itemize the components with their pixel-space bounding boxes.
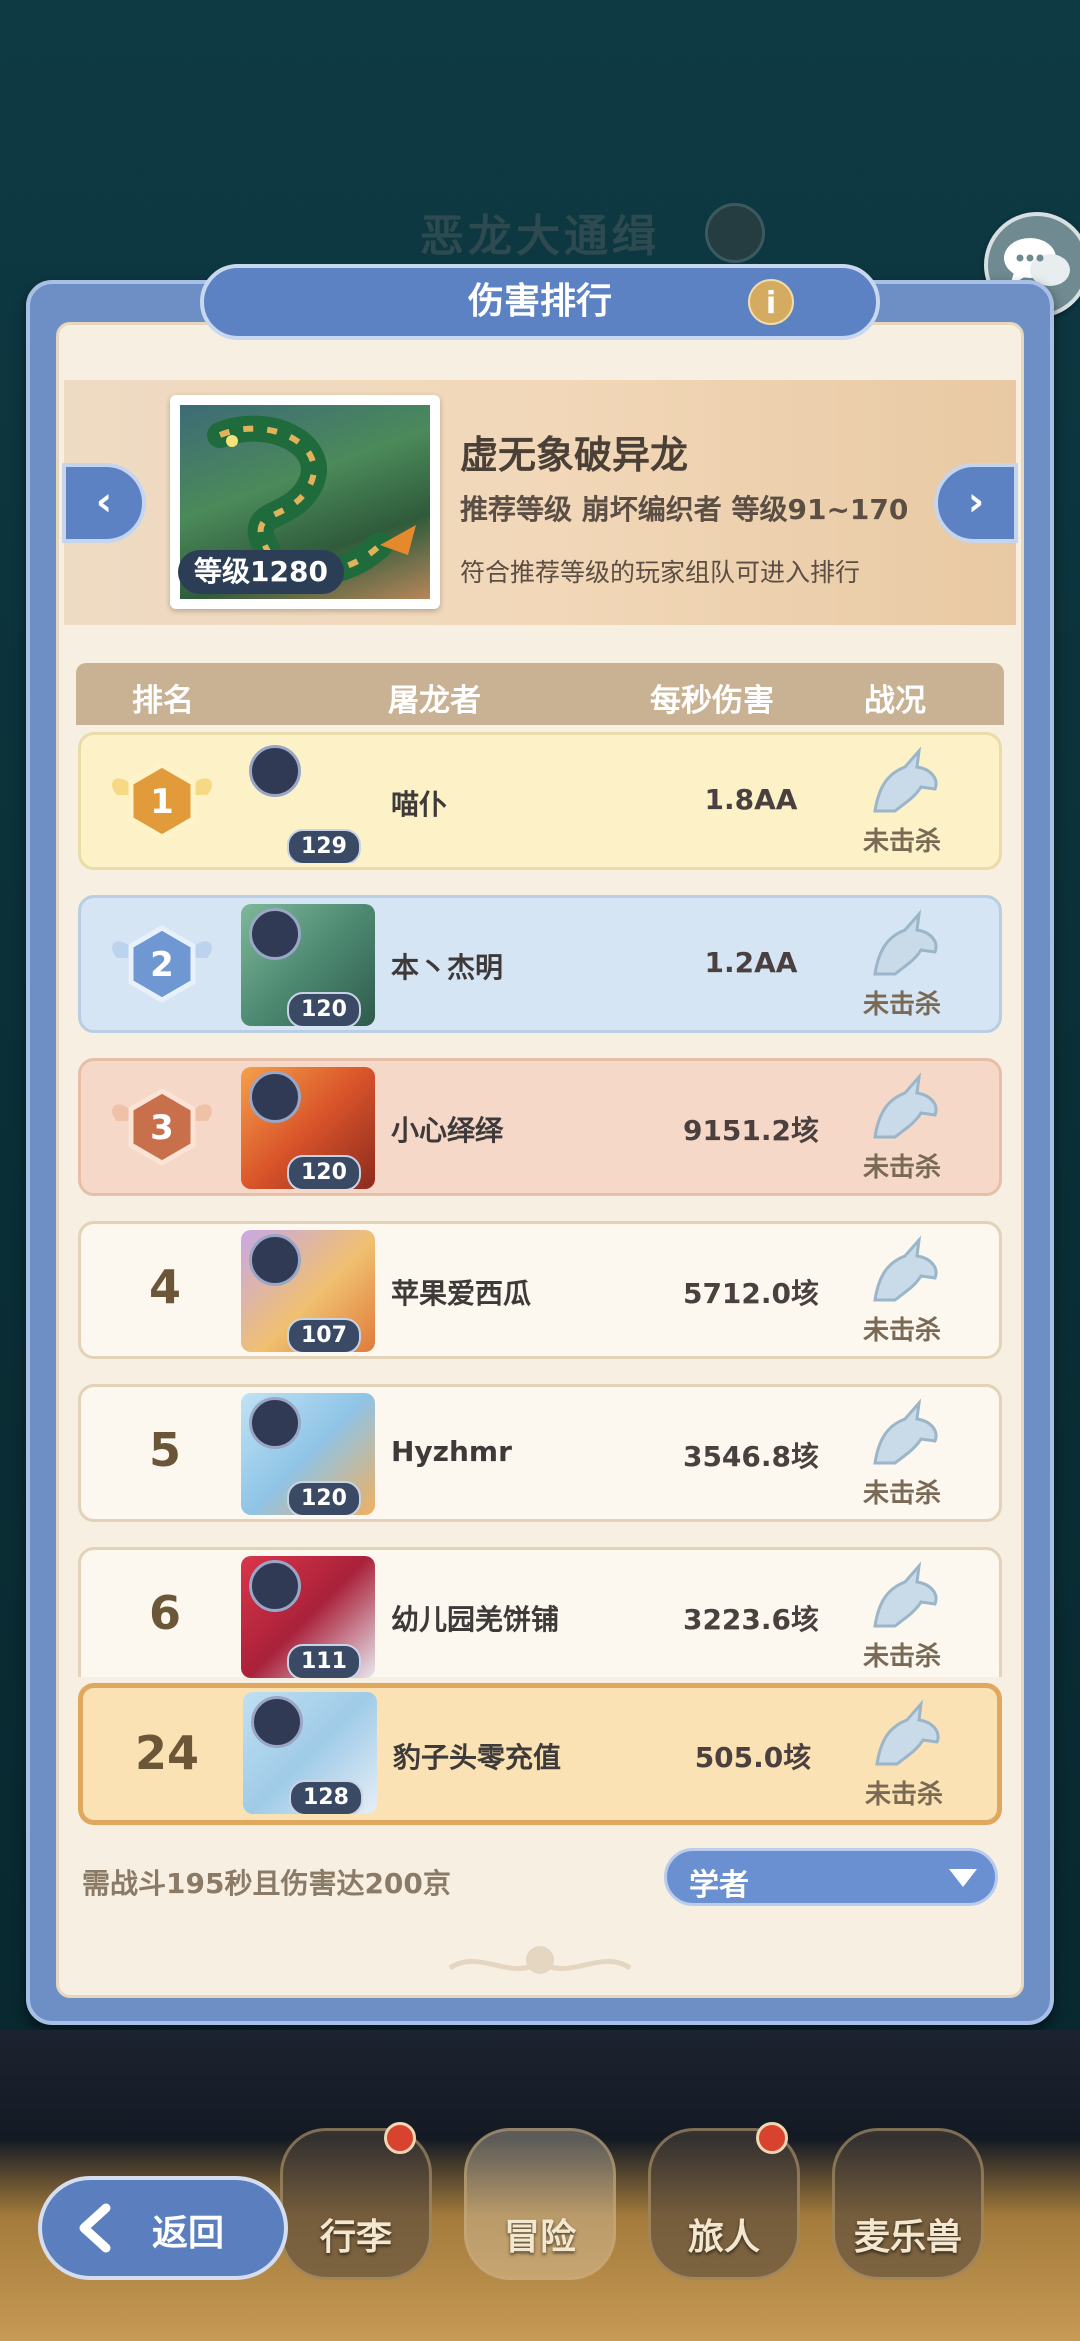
ranking-row-6[interactable]: 6 111 幼儿园羌饼铺 3223.6垓 未击杀: [78, 1547, 1002, 1678]
dragon-head-icon: [873, 1398, 938, 1465]
back-label: 返回: [152, 2213, 225, 2254]
header-status: 战况: [864, 683, 926, 719]
boss-name: 虚无象破异龙: [460, 433, 689, 477]
self-ranking-row[interactable]: 24 128 豹子头零充值 505.0垓 未击杀: [78, 1683, 1002, 1825]
kill-status: 未击杀: [862, 1153, 941, 1183]
player-dps: 3223.6垓: [682, 1603, 820, 1636]
boss-note: 符合推荐等级的玩家组队可进入排行: [460, 558, 861, 587]
event-badge-icon: [705, 203, 765, 263]
class-select-value: 学者: [689, 1868, 749, 1903]
player-avatar: 107: [241, 1230, 375, 1352]
player-name: Hyzhmr: [391, 1435, 512, 1468]
player-avatar: 128: [243, 1692, 377, 1814]
kill-status: 未击杀: [862, 990, 941, 1020]
nav-adventure-label: 冒险: [503, 2217, 576, 2258]
nav-pets-label: 麦乐兽: [853, 2217, 962, 2258]
avatar-level: 120: [287, 992, 361, 1026]
ranking-row-4[interactable]: 4 107 苹果爱西瓜 5712.0垓 未击杀: [78, 1221, 1002, 1359]
next-boss-button[interactable]: ›: [934, 463, 1018, 543]
ranking-row-3[interactable]: 3 120 小心绎绎 9151.2垓 未击杀: [78, 1058, 1002, 1196]
player-dps: 1.8AA: [704, 783, 798, 816]
notification-dot: [384, 2122, 416, 2154]
avatar-level: 120: [287, 1155, 361, 1189]
svg-text:3: 3: [150, 1108, 174, 1148]
avatar-level: 120: [287, 1481, 361, 1515]
player-avatar: 111: [241, 1556, 375, 1678]
boss-recommended-level: 推荐等级 崩坏编织者 等级91~170: [460, 493, 909, 526]
rank-number: 24: [134, 1726, 199, 1780]
player-name: 幼儿园羌饼铺: [391, 1603, 560, 1636]
header-player: 屠龙者: [388, 683, 481, 719]
player-dps: 505.0垓: [694, 1741, 812, 1774]
dragon-head-icon: [873, 746, 938, 813]
hexagram-emblem-icon: [249, 1560, 301, 1612]
avatar-level: 107: [287, 1318, 361, 1352]
header-rank: 排名: [132, 683, 194, 719]
class-select[interactable]: 学者: [664, 1848, 998, 1906]
dragon-head-icon: [873, 1235, 938, 1302]
hexagram-emblem-icon: [249, 1397, 301, 1449]
gold-medal-icon: 1: [112, 762, 212, 840]
info-icon[interactable]: i: [748, 279, 794, 325]
boss-level-badge: 等级1280: [178, 550, 344, 594]
rank-number: 5: [148, 1423, 181, 1477]
avatar-level: 129: [287, 829, 361, 863]
player-name: 豹子头零充值: [393, 1741, 562, 1774]
player-avatar: 120: [241, 904, 375, 1026]
kill-status: 未击杀: [862, 1316, 941, 1346]
hexagram-emblem-icon: [251, 1696, 303, 1748]
ornament-icon: [448, 1946, 632, 1974]
hexagram-emblem-icon: [249, 908, 301, 960]
dragon-head-icon: [873, 1561, 938, 1628]
player-dps: 9151.2垓: [682, 1114, 820, 1147]
kill-status: 未击杀: [862, 1642, 941, 1672]
player-name: 喵仆: [391, 788, 448, 821]
notification-dot: [756, 2122, 788, 2154]
hexagram-emblem-icon: [249, 1234, 301, 1286]
ranking-row-2[interactable]: 2 120 本丶杰明 1.2AA 未击杀: [78, 895, 1002, 1033]
player-dps: 1.2AA: [704, 946, 798, 979]
player-avatar: 129: [241, 741, 375, 863]
kill-status: 未击杀: [864, 1780, 943, 1810]
player-dps: 5712.0垓: [682, 1277, 820, 1310]
hexagram-emblem-icon: [249, 1071, 301, 1123]
caret-down-icon: [949, 1869, 977, 1887]
dragon-head-icon: [873, 1072, 938, 1139]
bronze-medal-icon: 3: [112, 1088, 212, 1166]
player-name: 苹果爱西瓜: [391, 1277, 532, 1310]
avatar-level: 128: [289, 1780, 363, 1814]
rank-number: 6: [148, 1586, 181, 1640]
player-name: 小心绎绎: [391, 1114, 504, 1147]
back-arrow-icon: [79, 2203, 111, 2253]
prev-boss-button[interactable]: ‹: [62, 463, 146, 543]
rank-number: 4: [148, 1260, 181, 1314]
header-dps: 每秒伤害: [650, 683, 774, 719]
back-button[interactable]: 返回: [38, 2176, 288, 2280]
svg-text:1: 1: [150, 782, 174, 822]
kill-status: 未击杀: [862, 1479, 941, 1509]
requirement-text: 需战斗195秒且伤害达200京: [82, 1867, 451, 1900]
svg-text:2: 2: [150, 945, 174, 985]
player-avatar: 120: [241, 1393, 375, 1515]
kill-status: 未击杀: [862, 827, 941, 857]
ranking-table-header: 排名 屠龙者 每秒伤害 战况: [76, 663, 1004, 725]
nav-luggage-label: 行李: [319, 2217, 392, 2258]
dragon-head-icon: [875, 1699, 940, 1766]
ranking-row-1[interactable]: 1 129 喵仆 1.8AA 未击杀: [78, 732, 1002, 870]
ranking-row-5[interactable]: 5 120 Hyzhmr 3546.8垓 未击杀: [78, 1384, 1002, 1522]
player-name: 本丶杰明: [391, 951, 504, 984]
silver-medal-icon: 2: [112, 925, 212, 1003]
avatar-level: 111: [287, 1644, 361, 1678]
dragon-head-icon: [873, 909, 938, 976]
event-title: 恶龙大通缉: [420, 211, 660, 262]
hexagram-emblem-icon: [249, 745, 301, 797]
player-avatar: 120: [241, 1067, 375, 1189]
nav-travelers-label: 旅人: [687, 2217, 760, 2258]
player-dps: 3546.8垓: [682, 1440, 820, 1473]
